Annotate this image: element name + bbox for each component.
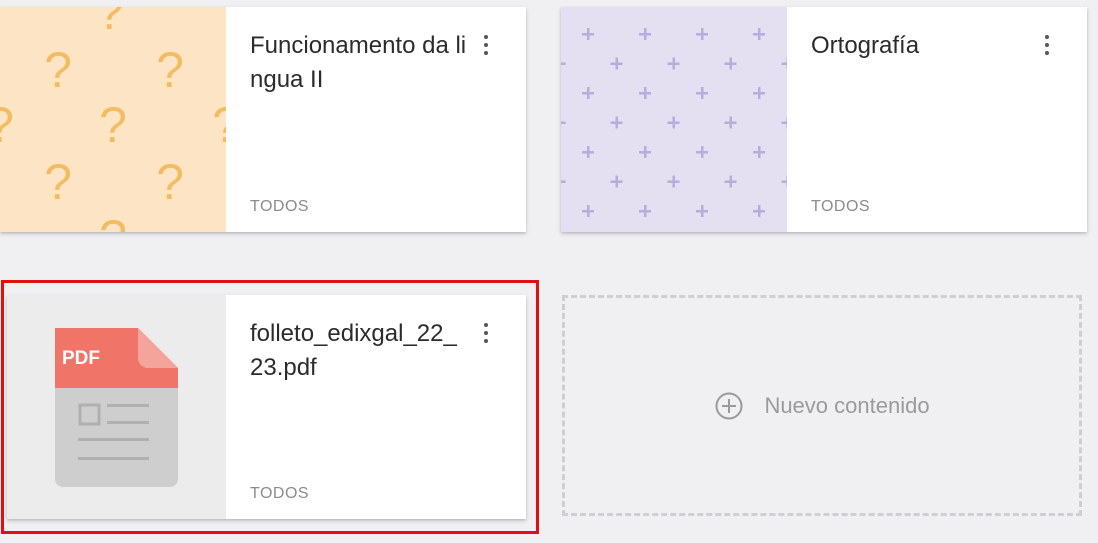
pattern-plus xyxy=(724,175,737,188)
card-title[interactable]: folleto_edixgal_22_23.pdf xyxy=(250,317,470,385)
plus-circle-icon xyxy=(715,392,743,419)
pattern-plus xyxy=(561,62,566,65)
svg-text:?: ? xyxy=(96,7,124,40)
pattern-plus xyxy=(696,205,708,217)
card-visibility-label: TODOS xyxy=(250,485,310,502)
pattern-plus xyxy=(753,146,765,158)
card-thumbnail[interactable]: ? ? ? ? ? ? ? ? ? xyxy=(0,7,226,232)
svg-text:?: ? xyxy=(156,42,184,98)
pattern-plus xyxy=(561,180,566,183)
svg-text:?: ? xyxy=(156,154,184,210)
pattern-plus xyxy=(639,28,651,40)
svg-text:?: ? xyxy=(99,97,127,153)
pattern-plus xyxy=(639,87,651,99)
pattern-plus xyxy=(753,205,765,217)
pattern-plus xyxy=(696,87,708,99)
pattern-plus xyxy=(696,146,708,158)
card-visibility-label: TODOS xyxy=(250,198,310,215)
more-options-icon[interactable] xyxy=(474,31,498,59)
card-body[interactable]: Ortografía TODOS xyxy=(787,7,1087,232)
card-body[interactable]: Funcionamento da lingua II TODOS xyxy=(226,7,526,232)
more-options-icon[interactable] xyxy=(1035,31,1059,59)
svg-text:?: ? xyxy=(44,42,72,98)
svg-text:?: ? xyxy=(99,210,127,232)
new-content-button[interactable]: Nuevo contenido xyxy=(562,295,1082,516)
pattern-plus xyxy=(582,28,594,40)
pdf-file-icon: PDF xyxy=(55,328,178,487)
content-card[interactable]: PDF folleto_edixgal_22_23.pdf TODOS xyxy=(7,295,526,519)
pattern-plus xyxy=(639,146,651,158)
pattern-plus xyxy=(724,116,737,129)
content-card[interactable]: Ortografía TODOS xyxy=(561,7,1087,232)
pattern-plus xyxy=(582,146,594,158)
pattern-plus xyxy=(610,175,623,188)
pattern-plus xyxy=(610,116,623,129)
pattern-plus xyxy=(610,57,623,70)
svg-text:?: ? xyxy=(0,97,14,153)
card-thumbnail[interactable]: PDF xyxy=(7,295,226,519)
pdf-badge: PDF xyxy=(62,348,100,369)
svg-text:?: ? xyxy=(212,97,226,153)
content-card[interactable]: ? ? ? ? ? ? ? ? ? Funcionamento da lingu… xyxy=(0,7,526,232)
card-title[interactable]: Funcionamento da lingua II xyxy=(250,29,470,97)
card-body[interactable]: folleto_edixgal_22_23.pdf TODOS xyxy=(226,295,526,519)
pattern-plus xyxy=(753,28,765,40)
pattern-plus xyxy=(667,175,680,188)
pattern-plus xyxy=(561,121,566,124)
more-options-icon[interactable] xyxy=(474,319,498,347)
svg-text:?: ? xyxy=(44,154,72,210)
pattern-plus xyxy=(667,57,680,70)
pattern-plus xyxy=(753,87,765,99)
pattern-plus xyxy=(582,205,594,217)
pattern-plus xyxy=(724,57,737,70)
card-title[interactable]: Ortografía xyxy=(811,29,1031,63)
pattern-plus xyxy=(667,116,680,129)
pattern-plus xyxy=(639,205,651,217)
card-thumbnail[interactable] xyxy=(561,7,787,232)
pattern-plus xyxy=(582,87,594,99)
new-content-label: Nuevo contenido xyxy=(764,392,930,418)
pattern-plus xyxy=(696,28,708,40)
card-visibility-label: TODOS xyxy=(811,198,871,215)
